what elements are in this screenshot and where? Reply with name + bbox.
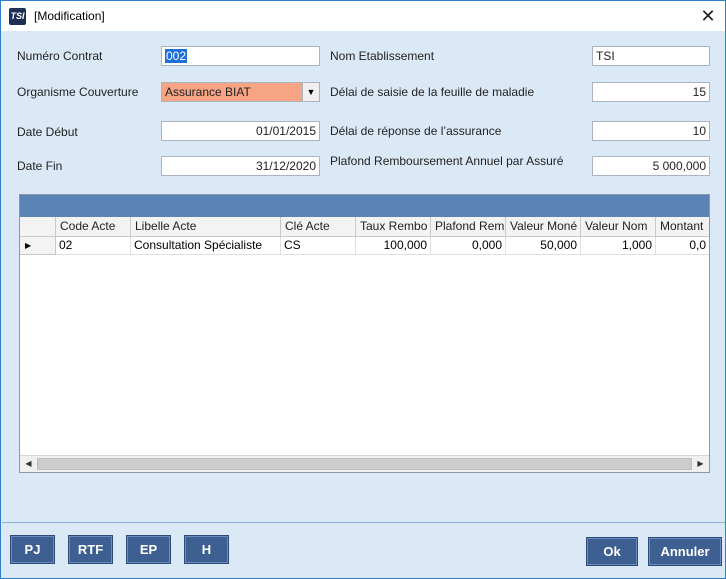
numero-contrat-field[interactable]: 002 xyxy=(161,46,320,66)
cell-valeur-monetaire[interactable]: 50,000 xyxy=(506,237,581,255)
row-indicator-icon[interactable]: ▶ xyxy=(20,237,56,255)
column-header-montant[interactable]: Montant xyxy=(656,217,709,237)
scroll-thumb[interactable] xyxy=(37,458,692,470)
actes-grid[interactable]: Code Acte Libelle Acte Clé Acte Taux Rem… xyxy=(19,194,710,473)
tsi-logo-icon: TSI xyxy=(9,8,26,25)
cell-libelle-acte[interactable]: Consultation Spécialiste xyxy=(131,237,281,255)
table-row[interactable]: ▶ 02 Consultation Spécialiste CS 100,000… xyxy=(20,237,709,255)
nom-etablissement-field[interactable]: TSI xyxy=(592,46,710,66)
cell-plafond-rem[interactable]: 0,000 xyxy=(431,237,506,255)
cell-montant[interactable]: 0,0 xyxy=(656,237,709,255)
date-fin-field[interactable]: 31/12/2020 xyxy=(161,156,320,176)
organisme-couverture-label: Organisme Couverture xyxy=(17,85,139,99)
horizontal-scrollbar[interactable]: ◀ ▶ xyxy=(20,455,709,472)
column-header-valeur-monetaire[interactable]: Valeur Moné xyxy=(506,217,581,237)
window-title: [Modification] xyxy=(34,9,105,23)
header-corner xyxy=(20,217,56,237)
modification-dialog: TSI [Modification] ✕ Numéro Contrat 002 … xyxy=(0,0,726,579)
cell-valeur-nominale[interactable]: 1,000 xyxy=(581,237,656,255)
title-bar: TSI [Modification] ✕ xyxy=(1,1,725,31)
ep-button[interactable]: EP xyxy=(126,535,171,564)
cell-taux-rembo[interactable]: 100,000 xyxy=(356,237,431,255)
column-header-valeur-nominale[interactable]: Valeur Nom xyxy=(581,217,656,237)
column-header-cle-acte[interactable]: Clé Acte xyxy=(281,217,356,237)
column-header-plafond-rem[interactable]: Plafond Rem xyxy=(431,217,506,237)
scroll-left-icon[interactable]: ◀ xyxy=(20,456,37,472)
footer-divider xyxy=(2,522,725,523)
date-debut-field[interactable]: 01/01/2015 xyxy=(161,121,320,141)
close-icon[interactable]: ✕ xyxy=(691,1,725,31)
scroll-right-icon[interactable]: ▶ xyxy=(692,456,709,472)
cell-code-acte[interactable]: 02 xyxy=(56,237,131,255)
numero-contrat-label: Numéro Contrat xyxy=(17,49,103,63)
date-debut-label: Date Début xyxy=(17,125,78,139)
numero-contrat-value: 002 xyxy=(165,49,188,63)
plafond-field[interactable]: 5 000,000 xyxy=(592,156,710,176)
cell-cle-acte[interactable]: CS xyxy=(281,237,356,255)
column-header-taux-rembo[interactable]: Taux Rembo xyxy=(356,217,431,237)
delai-reponse-field[interactable]: 10 xyxy=(592,121,710,141)
grid-group-band xyxy=(20,195,709,217)
delai-saisie-field[interactable]: 15 xyxy=(592,82,710,102)
plafond-label: Plafond Remboursement Annuel par Assuré xyxy=(330,154,564,168)
chevron-down-icon[interactable]: ▼ xyxy=(302,83,319,101)
ok-button[interactable]: Ok xyxy=(586,537,638,566)
nom-etablissement-label: Nom Etablissement xyxy=(330,49,435,63)
organisme-couverture-value: Assurance BIAT xyxy=(165,85,251,99)
pj-button[interactable]: PJ xyxy=(10,535,55,564)
delai-reponse-label: Délai de réponse de l’assurance xyxy=(330,124,502,138)
column-header-code-acte[interactable]: Code Acte xyxy=(56,217,131,237)
delai-saisie-label: Délai de saisie de la feuille de maladie xyxy=(330,85,535,99)
organisme-couverture-select[interactable]: Assurance BIAT ▼ xyxy=(161,82,320,102)
date-fin-label: Date Fin xyxy=(17,159,63,173)
rtf-button[interactable]: RTF xyxy=(68,535,113,564)
column-header-libelle-acte[interactable]: Libelle Acte xyxy=(131,217,281,237)
annuler-button[interactable]: Annuler xyxy=(648,537,722,566)
grid-header: Code Acte Libelle Acte Clé Acte Taux Rem… xyxy=(20,217,709,237)
h-button[interactable]: H xyxy=(184,535,229,564)
